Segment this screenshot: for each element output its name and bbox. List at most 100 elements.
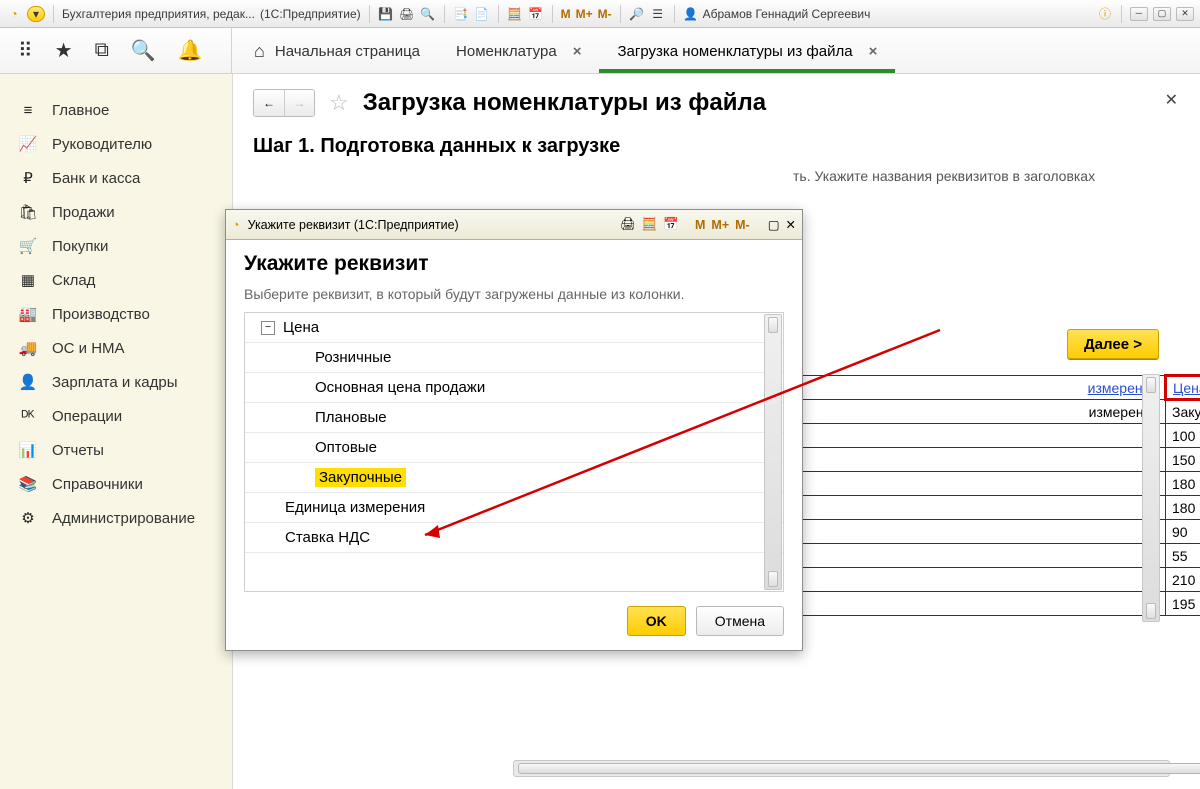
m-button[interactable]: M: [561, 7, 571, 21]
calc-icon[interactable]: 🧮: [507, 6, 523, 22]
sidebar-item-10[interactable]: 📊 Отчеты: [0, 433, 232, 467]
info-icon[interactable]: ⓘ: [1097, 6, 1113, 22]
tree-item[interactable]: Единица измерения: [245, 493, 783, 523]
sidebar-label: Главное: [52, 102, 109, 119]
table-cell[interactable]: 90: [1166, 520, 1200, 544]
tree-label: Закупочные: [315, 468, 406, 487]
dialog-m-plus-button[interactable]: M+: [711, 218, 729, 232]
m-minus-button[interactable]: M-: [598, 7, 612, 21]
table-cell[interactable]: 180: [1166, 496, 1200, 520]
table-cell[interactable]: Закупочные: [1166, 400, 1200, 424]
table-vertical-scrollbar[interactable]: [1142, 374, 1160, 622]
dialog-heading: Укажите реквизит: [244, 252, 784, 276]
tree-vertical-scrollbar[interactable]: [764, 314, 782, 590]
forward-button[interactable]: →: [284, 90, 314, 116]
tree-item[interactable]: Оптовые: [245, 433, 783, 463]
dialog-calendar-icon[interactable]: 📅: [663, 217, 679, 232]
tree-item[interactable]: Розничные: [245, 343, 783, 373]
sidebar-label: Отчеты: [52, 442, 104, 459]
tree-item[interactable]: Плановые: [245, 403, 783, 433]
dialog-titlebar[interactable]: ◔ Укажите реквизит (1С:Предприятие) 🖨 🧮 …: [226, 210, 802, 240]
dialog-maximize-button[interactable]: ▢: [768, 217, 780, 232]
app-titlebar: ◔ ▾ Бухгалтерия предприятия, редак... (1…: [0, 0, 1200, 28]
sidebar-label: Справочники: [52, 476, 143, 493]
sidebar-icon: 📊: [18, 441, 38, 459]
tab-close-icon[interactable]: ×: [573, 43, 582, 60]
copy-icon[interactable]: 📑: [453, 6, 469, 22]
dialog-ok-button[interactable]: OK: [627, 606, 686, 636]
home-icon: ⌂: [254, 41, 265, 62]
collapse-icon[interactable]: −: [261, 321, 275, 335]
print-icon[interactable]: 🖨: [399, 6, 415, 22]
sidebar-item-8[interactable]: 👤Зарплата и кадры: [0, 365, 232, 399]
tab-close-icon[interactable]: ×: [869, 43, 878, 60]
platform-label: (1С:Предприятие): [260, 7, 361, 21]
sidebar-item-12[interactable]: ⚙Администрирование: [0, 501, 232, 535]
table-cell[interactable]: 150: [1166, 448, 1200, 472]
sidebar-item-9[interactable]: ᴰᴷОперации: [0, 399, 232, 433]
calendar-icon[interactable]: 📅: [528, 6, 544, 22]
history-icon[interactable]: ⧉: [95, 39, 109, 62]
dialog-print-icon[interactable]: 🖨: [620, 217, 636, 232]
back-button[interactable]: ←: [254, 90, 284, 116]
sidebar-item-4[interactable]: 🛒 Покупки: [0, 229, 232, 263]
sidebar-icon: 🛒: [18, 237, 38, 255]
sidebar-item-11[interactable]: 📚Справочники: [0, 467, 232, 501]
zoom-icon[interactable]: 🔎: [629, 6, 645, 22]
sidebar-label: Покупки: [52, 238, 108, 255]
sidebar-item-1[interactable]: 📈Руководителю: [0, 127, 232, 161]
dialog-cancel-button[interactable]: Отмена: [696, 606, 784, 636]
dialog-window-title: Укажите реквизит (1С:Предприятие): [248, 218, 459, 232]
sidebar-item-0[interactable]: ≡Главное: [0, 93, 232, 127]
current-user[interactable]: 👤 Абрамов Геннадий Сергеевич: [683, 6, 871, 22]
close-button[interactable]: ✕: [1176, 7, 1194, 21]
sidebar-label: Администрирование: [52, 510, 195, 527]
dropdown-icon[interactable]: ▾: [27, 6, 45, 22]
maximize-button[interactable]: ▢: [1153, 7, 1171, 21]
apps-icon[interactable]: ⠿: [18, 38, 33, 63]
dialog-m-minus-button[interactable]: M-: [735, 218, 750, 232]
favorite-toggle[interactable]: ☆: [329, 90, 349, 116]
tab-1[interactable]: Номенклатура ×: [438, 33, 599, 73]
table-cell[interactable]: 195: [1166, 592, 1200, 616]
panels-icon[interactable]: ☰: [650, 6, 666, 22]
tab-label: Номенклатура: [456, 43, 557, 60]
sidebar-icon: 👤: [18, 373, 38, 391]
attribute-tree[interactable]: −Цена Розничные Основная цена продажи Плано…: [244, 312, 784, 592]
m-plus-button[interactable]: M+: [576, 7, 593, 21]
table-cell[interactable]: 100: [1166, 424, 1200, 448]
tree-label: Розничные: [315, 349, 391, 366]
tab-2[interactable]: Загрузка номенклатуры из файла ×: [599, 33, 895, 73]
table-cell[interactable]: 180: [1166, 472, 1200, 496]
sidebar-icon: 🏭: [18, 305, 38, 323]
sidebar-item-7[interactable]: 🚚ОС и НМА: [0, 331, 232, 365]
table-cell[interactable]: 210: [1166, 568, 1200, 592]
sidebar-item-2[interactable]: ₽Банк и касса: [0, 161, 232, 195]
dialog-calc-icon[interactable]: 🧮: [642, 217, 658, 232]
tree-item[interactable]: Закупочные: [245, 463, 783, 493]
dialog-description: Выберите реквизит, в который будут загру…: [244, 286, 784, 302]
tab-0[interactable]: ⌂Начальная страница: [236, 33, 438, 73]
tree-item[interactable]: Ставка НДС: [245, 523, 783, 553]
tree-item[interactable]: Основная цена продажи: [245, 373, 783, 403]
tab-label: Загрузка номенклатуры из файла: [617, 43, 852, 60]
col-header-2[interactable]: Цена, Закупочные: [1166, 376, 1200, 400]
sidebar-item-6[interactable]: 🏭Производство: [0, 297, 232, 331]
bell-icon[interactable]: 🔔: [178, 38, 203, 63]
page-close-button[interactable]: ✕: [1165, 90, 1178, 110]
save-icon[interactable]: 💾: [378, 6, 394, 22]
table-cell[interactable]: 55: [1166, 544, 1200, 568]
minimize-button[interactable]: ─: [1130, 7, 1148, 21]
dialog-m-button[interactable]: M: [695, 218, 705, 232]
tree-label: Плановые: [315, 409, 387, 426]
table-horizontal-scrollbar[interactable]: [513, 760, 1170, 777]
paste-icon[interactable]: 📄: [474, 6, 490, 22]
star-icon[interactable]: ★: [55, 38, 73, 63]
tree-root[interactable]: −Цена: [245, 313, 783, 343]
sidebar-item-5[interactable]: ▦Склад: [0, 263, 232, 297]
preview-icon[interactable]: 🔍: [420, 6, 436, 22]
sidebar-item-3[interactable]: 🛍Продажи: [0, 195, 232, 229]
next-button[interactable]: Далее >: [1067, 329, 1159, 359]
search-icon[interactable]: 🔍: [131, 38, 156, 63]
dialog-close-button[interactable]: ✕: [786, 217, 796, 232]
